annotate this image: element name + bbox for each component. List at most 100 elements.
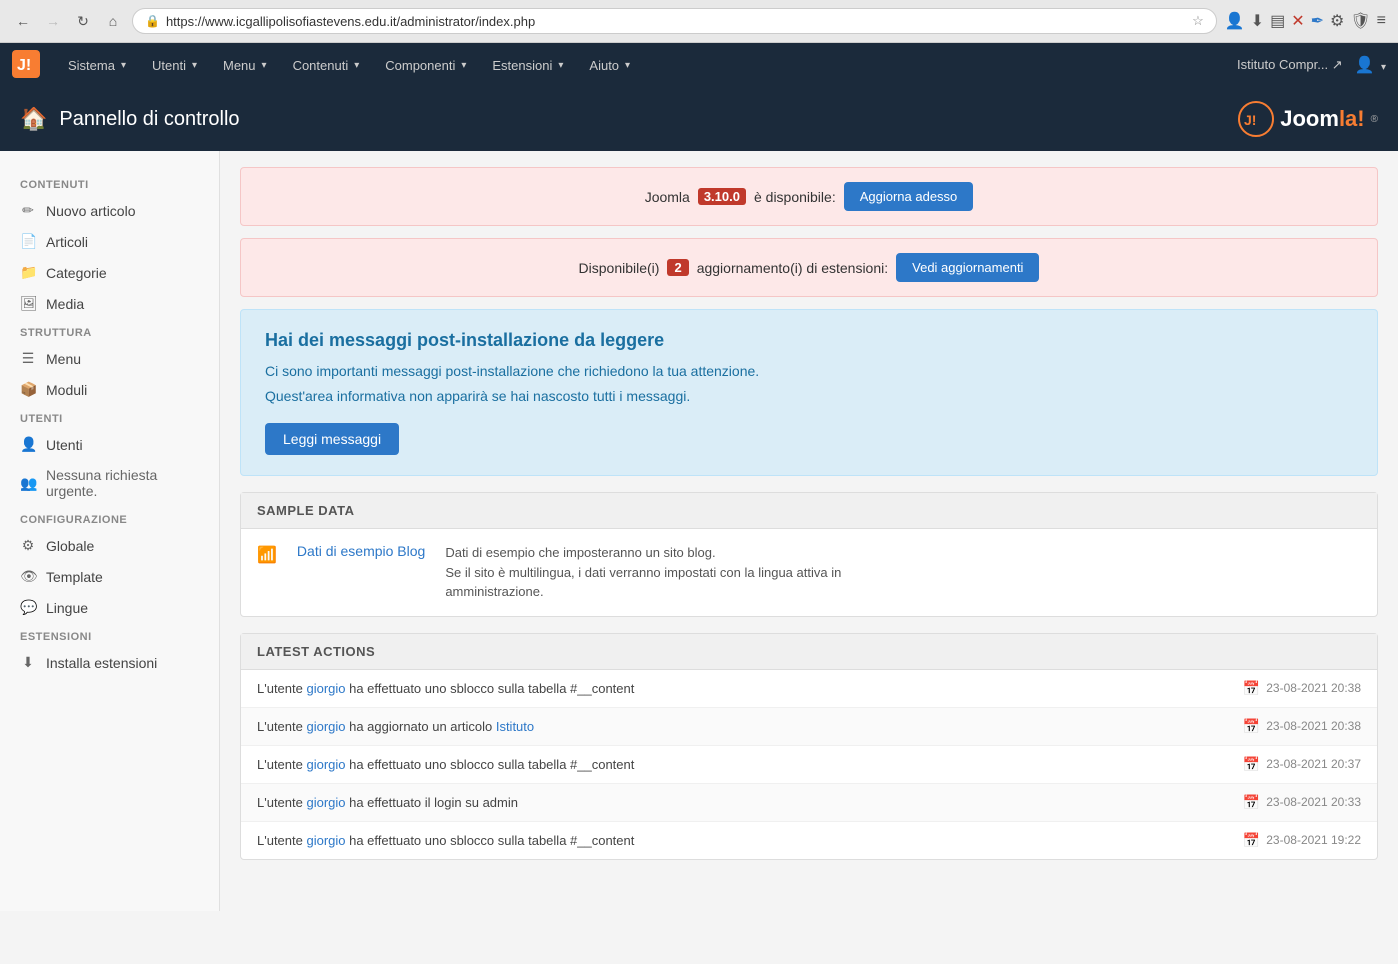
action-row-4: L'utente giorgio ha effettuato uno sbloc… [241,822,1377,859]
sample-data-section: SAMPLE DATA 📶 Dati di esempio Blog Dati … [240,492,1378,617]
gear-icon: ⚙ [20,537,36,554]
home-button[interactable]: ⌂ [102,10,124,32]
topnav-site-link[interactable]: Istituto Compr... ↗ [1237,57,1343,73]
action-date-0: 23-08-2021 20:38 [1266,681,1361,695]
sidebar-item-utenti[interactable]: 👤 Utenti [0,429,219,460]
sidebar-label-utenti: Utenti [46,437,83,453]
sample-data-desc-line1: Dati di esempio che imposteranno un sito… [445,545,715,560]
address-bar[interactable]: 🔒 https://www.icgallipolisofiastevens.ed… [132,8,1217,34]
page-title: Pannello di controllo [59,108,239,131]
action-meta-4: 📅 23-08-2021 19:22 [1243,832,1361,849]
action-user-link-0[interactable]: giorgio [306,681,345,696]
alert-version-badge: 3.10.0 [698,188,746,205]
action-text-2: L'utente giorgio ha effettuato uno sbloc… [257,757,634,772]
install-icon: ⬇ [20,654,36,671]
action-meta-2: 📅 23-08-2021 20:37 [1243,756,1361,773]
action-user-link-3[interactable]: giorgio [306,795,345,810]
update-now-button[interactable]: Aggiorna adesso [844,182,974,211]
action-text-4: L'utente giorgio ha effettuato uno sbloc… [257,833,634,848]
main-layout: CONTENUTI ✏ Nuovo articolo 📄 Articoli 📁 … [0,151,1398,911]
download-icon[interactable]: ⬇ [1251,11,1264,31]
sample-data-content: 📶 Dati di esempio Blog Dati di esempio c… [241,529,1377,616]
eyedropper-icon[interactable]: ✒ [1311,11,1324,31]
browser-actions: 👤 ⬇ ▤ ✕ ✒ ⚙ 🛡 ≡ [1225,11,1386,31]
topnav-sistema[interactable]: Sistema ▾ [56,50,138,81]
sample-data-header: SAMPLE DATA [241,493,1377,529]
sample-data-blog-link[interactable]: Dati di esempio Blog [297,543,425,559]
topnav-componenti[interactable]: Componenti ▾ [373,50,478,81]
sidebar-item-installa[interactable]: ⬇ Installa estensioni [0,647,219,678]
joomla-text: Joomla! [1280,106,1364,132]
sample-data-desc-line2: Se il sito è multilingua, i dati verrann… [445,565,841,580]
page-header: 🏠 Pannello di controllo J! Joomla! ® [0,87,1398,151]
view-updates-button[interactable]: Vedi aggiornamenti [896,253,1039,282]
bookmark-icon[interactable]: ☆ [1192,13,1204,29]
sidebar-item-moduli[interactable]: 📦 Moduli [0,374,219,405]
action-meta-3: 📅 23-08-2021 20:33 [1243,794,1361,811]
sidebar-item-globale[interactable]: ⚙ Globale [0,530,219,561]
back-button[interactable]: ← [12,10,34,32]
sidebar-label-nuovo-articolo: Nuovo articolo [46,203,136,219]
topnav-estensioni[interactable]: Estensioni ▾ [480,50,575,81]
forward-button[interactable]: → [42,10,64,32]
sidebar-label-lingue: Lingue [46,600,88,616]
menu-icon[interactable]: ≡ [1377,12,1386,30]
topnav-contenuti[interactable]: Contenuti ▾ [281,50,372,81]
alert-extension-updates: Disponibile(i) 2 aggiornamento(i) di est… [240,238,1378,297]
action-date-4: 23-08-2021 19:22 [1266,833,1361,847]
action-text-1: L'utente giorgio ha aggiornato un artico… [257,719,534,734]
action-text-0: L'utente giorgio ha effettuato uno sbloc… [257,681,634,696]
media-icon: 🖼 [20,295,36,312]
topnav-aiuto[interactable]: Aiuto ▾ [577,50,642,81]
joomla-logo[interactable]: J! [12,50,40,81]
sidebar-section-configurazione: CONFIGURAZIONE [0,506,219,530]
topnav-user-button[interactable]: 👤 ▾ [1355,55,1386,75]
topnav-items: Sistema ▾ Utenti ▾ Menu ▾ Contenuti ▾ Co… [56,50,1237,81]
alert-ext-count-badge: 2 [667,259,688,276]
info-box-line2: Quest'area informativa non apparirà se h… [265,386,1353,407]
reload-button[interactable]: ↻ [72,10,94,32]
action-row-0: L'utente giorgio ha effettuato uno sbloc… [241,670,1377,708]
sample-data-blog-desc: Dati di esempio che imposteranno un sito… [445,543,841,602]
alert-joomla-pre: Joomla [645,189,690,205]
topnav-utenti[interactable]: Utenti ▾ [140,50,209,81]
joomla-brand: J! Joomla! ® [1238,101,1378,137]
alert-ext-post: aggiornamento(i) di estensioni: [697,260,888,276]
joomla-topnav: J! Sistema ▾ Utenti ▾ Menu ▾ Contenuti ▾… [0,43,1398,87]
template-icon: 👁 [20,568,36,585]
action-user-link-4[interactable]: giorgio [306,833,345,848]
sidebar-item-media[interactable]: 🖼 Media [0,288,219,319]
action-meta-1: 📅 23-08-2021 20:38 [1243,718,1361,735]
sidebar-label-globale: Globale [46,538,94,554]
read-messages-button[interactable]: Leggi messaggi [265,423,399,455]
articles-icon: 📄 [20,233,36,250]
sidebar-icon[interactable]: ▤ [1270,11,1285,31]
folder-icon: 📁 [20,264,36,281]
sidebar-item-categorie[interactable]: 📁 Categorie [0,257,219,288]
sidebar-item-lingue[interactable]: 💬 Lingue [0,592,219,623]
sidebar-section-struttura: STRUTTURA [0,319,219,343]
browser-chrome: ← → ↻ ⌂ 🔒 https://www.icgallipolisofiast… [0,0,1398,43]
calendar-icon-0: 📅 [1243,680,1260,697]
menu-list-icon: ☰ [20,350,36,367]
sidebar-item-nuovo-articolo[interactable]: ✏ Nuovo articolo [0,195,219,226]
sidebar-item-menu[interactable]: ☰ Menu [0,343,219,374]
topnav-menu[interactable]: Menu ▾ [211,50,279,81]
shield-icon[interactable]: 🛡 [1350,11,1370,31]
close-tab-icon[interactable]: ✕ [1291,11,1304,31]
sidebar-item-articoli[interactable]: 📄 Articoli [0,226,219,257]
action-meta-0: 📅 23-08-2021 20:38 [1243,680,1361,697]
sample-data-row-blog: 📶 Dati di esempio Blog Dati di esempio c… [241,529,1377,616]
user-check-icon: 👥 [20,475,36,492]
alert-ext-pre: Disponibile(i) [579,260,660,276]
action-row-1: L'utente giorgio ha aggiornato un artico… [241,708,1377,746]
sidebar-item-template[interactable]: 👁 Template [0,561,219,592]
profile-icon[interactable]: 👤 [1225,11,1245,31]
action-page-link-1[interactable]: Istituto [496,719,534,734]
action-user-link-2[interactable]: giorgio [306,757,345,772]
language-icon: 💬 [20,599,36,616]
settings-icon[interactable]: ⚙ [1330,11,1344,31]
alert-joomla-post: è disponibile: [754,189,836,205]
action-user-link-1[interactable]: giorgio [306,719,345,734]
latest-actions-section: LATEST ACTIONS L'utente giorgio ha effet… [240,633,1378,860]
